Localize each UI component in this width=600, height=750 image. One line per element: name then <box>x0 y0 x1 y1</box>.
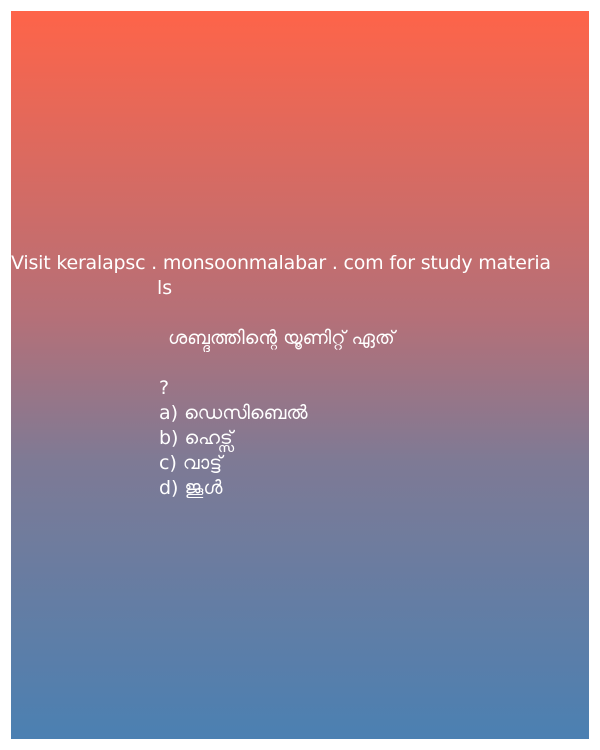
question-card: Visit keralapsc . monsoonmalabar . com f… <box>11 11 589 739</box>
question-text: ശബ്ദത്തിന്റെ യൂണിറ്റ് ഏത് <box>168 327 395 349</box>
option-d: d) ജൂൾ <box>159 477 223 499</box>
option-b: b) ഹെട്സ് <box>159 427 233 449</box>
option-a: a) ഡെസിബെൽ <box>159 402 308 424</box>
option-c: c) വാട്ട് <box>159 452 223 474</box>
question-mark: ? <box>159 377 170 399</box>
promo-text-line-1: Visit keralapsc . monsoonmalabar . com f… <box>11 252 551 274</box>
promo-text-line-2: ls <box>157 277 173 299</box>
